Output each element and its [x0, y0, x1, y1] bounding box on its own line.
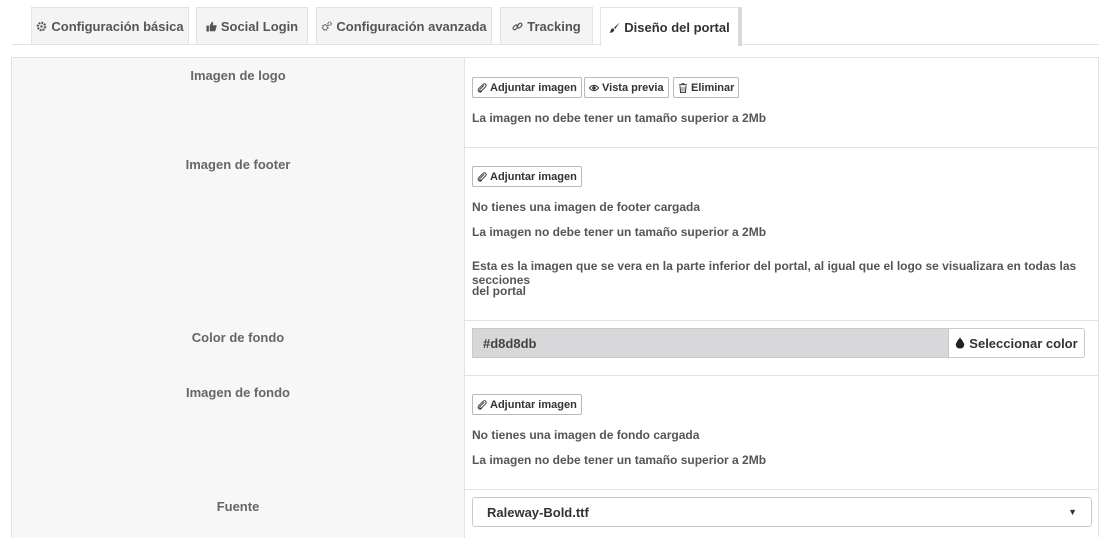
tab-social-login[interactable]: Social Login	[196, 7, 308, 44]
droplet-icon	[956, 337, 965, 349]
logo-size-note: La imagen no debe tener un tamaño superi…	[472, 111, 767, 125]
bg-image-row: Imagen de fondo Adjuntar imagen No tiene…	[12, 375, 1099, 490]
logo-attach-button[interactable]: Adjuntar imagen	[472, 77, 582, 98]
tab-configuracion-basica[interactable]: Configuración básica	[31, 7, 189, 44]
bg-image-controls: Adjuntar imagen No tienes una imagen de …	[465, 375, 1099, 489]
footer-help-line2: del portal	[472, 284, 527, 298]
logo-preview-button[interactable]: Vista previa	[584, 77, 669, 98]
paperclip-icon	[477, 171, 487, 182]
bg-color-row: Color de fondo Seleccionar color	[12, 320, 1099, 376]
font-controls: Raleway-Bold.ttf ▼	[465, 489, 1099, 538]
footer-controls: Adjuntar imagen No tienes una imagen de …	[465, 147, 1099, 320]
logo-label: Imagen de logo	[12, 58, 465, 147]
bg-color-controls: Seleccionar color	[465, 320, 1099, 375]
tab-label: Social Login	[220, 18, 299, 34]
delete-label: Eliminar	[691, 81, 735, 94]
bg-image-size-note: La imagen no debe tener un tamaño superi…	[472, 453, 767, 467]
font-row: Fuente Raleway-Bold.ttf ▼	[12, 489, 1099, 538]
tab-label: Configuración avanzada	[336, 18, 487, 34]
trash-icon	[679, 82, 687, 93]
tab-label: Diseño del portal	[624, 19, 730, 35]
bg-image-label: Imagen de fondo	[12, 375, 465, 489]
bg-image-status: No tienes una imagen de fondo cargada	[472, 428, 700, 442]
logo-delete-button[interactable]: Eliminar	[673, 77, 740, 98]
thumbs-up-icon	[206, 21, 217, 32]
gear-icon	[37, 21, 47, 31]
bg-color-input[interactable]	[472, 328, 949, 358]
tab-bar: Configuración básica Social Login Config…	[12, 0, 1099, 46]
font-label: Fuente	[12, 489, 465, 538]
preview-label: Vista previa	[602, 81, 664, 94]
footer-size-note: La imagen no debe tener un tamaño superi…	[472, 225, 767, 239]
font-selected-value: Raleway-Bold.ttf	[487, 504, 589, 520]
tab-label: Tracking	[527, 18, 581, 34]
bg-color-label: Color de fondo	[12, 320, 465, 375]
eye-icon	[589, 84, 599, 91]
paperclip-icon	[477, 399, 487, 410]
footer-help-line1: Esta es la imagen que se vera en la part…	[472, 259, 1077, 287]
tab-label: Configuración básica	[51, 18, 184, 34]
paperclip-icon	[477, 82, 487, 93]
tab-diseno-del-portal[interactable]: Diseño del portal	[600, 7, 742, 46]
logo-controls: Adjuntar imagen Vista previa Eliminar La…	[465, 58, 1099, 147]
gears-icon	[322, 21, 333, 31]
logo-row: Imagen de logo Adjuntar imagen Vista pre…	[12, 58, 1099, 148]
attach-label: Adjuntar imagen	[490, 398, 577, 411]
link-icon	[512, 22, 523, 30]
footer-row: Imagen de footer Adjuntar imagen No tien…	[12, 147, 1099, 321]
footer-label: Imagen de footer	[12, 147, 465, 320]
caret-down-icon: ▼	[1068, 507, 1077, 517]
attach-label: Adjuntar imagen	[490, 81, 577, 94]
select-color-button[interactable]: Seleccionar color	[948, 328, 1085, 358]
footer-status: No tienes una imagen de footer cargada	[472, 200, 701, 214]
font-select[interactable]: Raleway-Bold.ttf ▼	[472, 497, 1092, 527]
portal-design-form: Imagen de logo Adjuntar imagen Vista pre…	[11, 57, 1099, 538]
tab-tracking[interactable]: Tracking	[500, 7, 593, 44]
tab-configuracion-avanzada[interactable]: Configuración avanzada	[316, 7, 492, 44]
bg-image-attach-button[interactable]: Adjuntar imagen	[472, 394, 582, 415]
attach-label: Adjuntar imagen	[490, 170, 577, 183]
footer-attach-button[interactable]: Adjuntar imagen	[472, 166, 582, 187]
select-color-label: Seleccionar color	[969, 335, 1078, 351]
paintbrush-icon	[609, 21, 620, 33]
